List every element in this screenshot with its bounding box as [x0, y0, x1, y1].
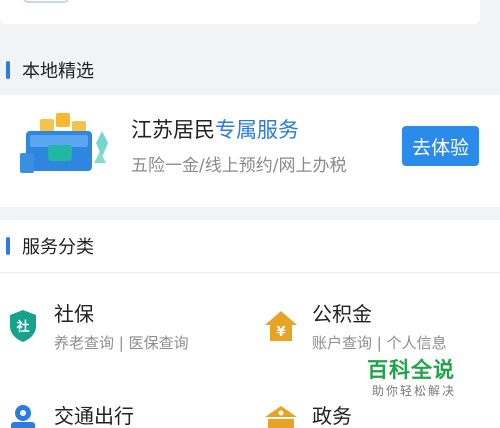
section-divider	[0, 272, 500, 273]
house-fund-icon: ¥	[265, 311, 297, 341]
service-name-social-insurance[interactable]: 社保	[54, 298, 94, 327]
featured-subtitle: 五险一金/线上预约/网上办税	[131, 156, 347, 176]
featured-title-plain: 江苏居民	[131, 118, 215, 142]
service-desc-housing-fund: 账户查询 | 个人信息	[312, 334, 447, 352]
category-section-header: 服务分类	[0, 224, 500, 268]
section-accent-bar	[6, 61, 10, 79]
watermark-title: 百科全说	[367, 358, 455, 382]
social-insurance-shield-icon: 社	[10, 310, 36, 342]
try-now-button[interactable]: 去体验	[402, 126, 479, 166]
wallet-illustration-icon	[20, 113, 108, 173]
svg-text:社: 社	[15, 319, 29, 335]
section-accent-bar	[6, 237, 10, 255]
local-section-title: 本地精选	[22, 61, 94, 82]
service-desc-social-insurance: 养老查询 | 医保查询	[54, 334, 189, 352]
government-building-icon	[265, 406, 297, 428]
previous-card-chip[interactable]	[23, 0, 69, 3]
watermark-subtitle: 助你轻松解决	[372, 384, 457, 398]
service-name-government[interactable]: 政务	[312, 400, 352, 428]
featured-title-highlight: 专属服务	[215, 118, 299, 142]
transport-icon	[11, 405, 35, 428]
local-section-header: 本地精选	[0, 48, 500, 92]
category-section-title: 服务分类	[22, 237, 94, 258]
featured-title: 江苏居民专属服务	[131, 114, 299, 144]
service-name-transport[interactable]: 交通出行	[54, 400, 134, 428]
previous-card	[0, 0, 480, 24]
svg-text:¥: ¥	[276, 325, 285, 340]
service-name-housing-fund[interactable]: 公积金	[312, 298, 372, 327]
